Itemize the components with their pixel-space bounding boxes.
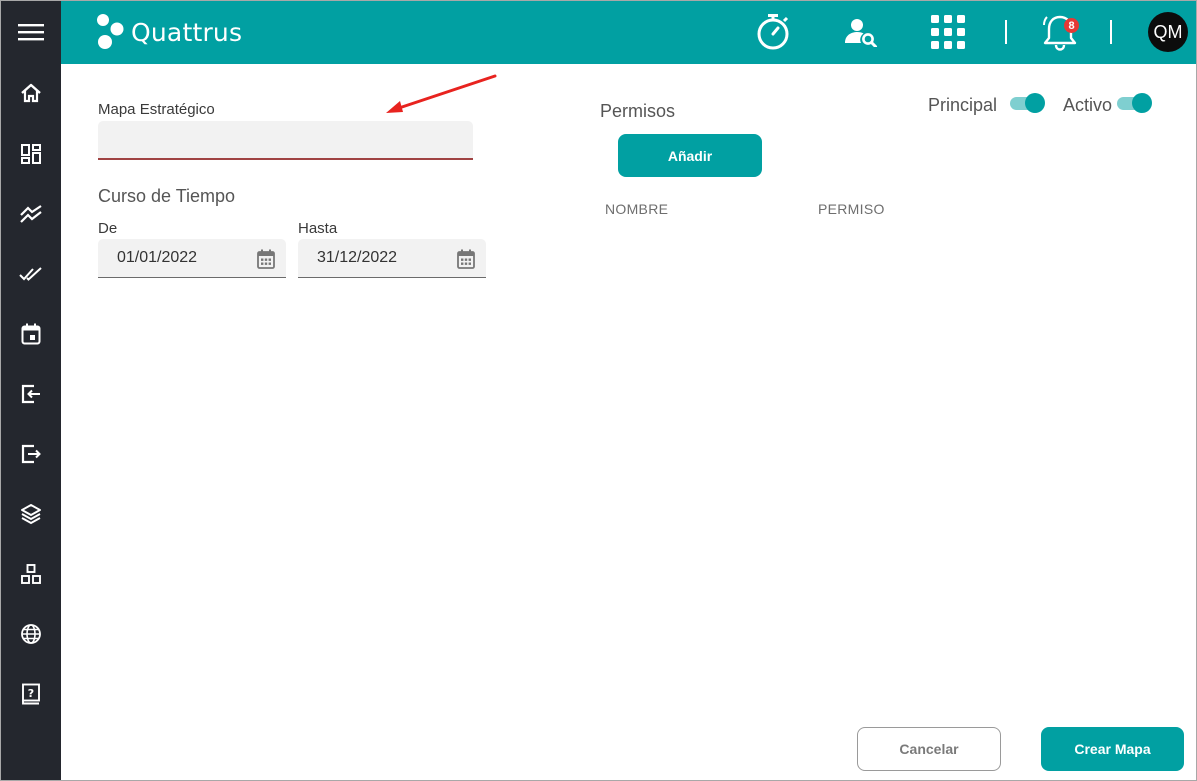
activo-toggle[interactable]: [1115, 93, 1153, 113]
map-name-input[interactable]: [98, 121, 473, 160]
to-date-value: 31/12/2022: [317, 249, 398, 266]
topbar-divider: [1005, 20, 1007, 44]
create-map-button[interactable]: Crear Mapa: [1041, 727, 1184, 771]
brand-name: Quattrus: [131, 17, 243, 47]
login-icon[interactable]: [0, 372, 61, 416]
svg-text:?: ?: [27, 687, 33, 700]
from-date-value: 01/01/2022: [117, 249, 198, 266]
from-date-label: De: [98, 220, 118, 237]
principal-toggle[interactable]: [1008, 93, 1046, 113]
add-permission-button[interactable]: Añadir: [618, 134, 762, 177]
permissions-title: Permisos: [600, 101, 676, 121]
top-bar: Quattrus 8 QM: [61, 0, 1197, 64]
cancel-button[interactable]: Cancelar: [857, 727, 1001, 771]
principal-toggle-label: Principal: [928, 95, 998, 115]
calendar-icon[interactable]: [0, 312, 61, 356]
layers-icon[interactable]: [0, 492, 61, 536]
globe-icon[interactable]: [0, 612, 61, 656]
from-date-input[interactable]: 01/01/2022: [98, 239, 286, 278]
topbar-divider: [1110, 20, 1112, 44]
help-book-icon[interactable]: ?: [0, 672, 61, 716]
quattrus-logo-icon: [97, 14, 124, 49]
stopwatch-icon[interactable]: [753, 10, 793, 54]
column-header-permiso[interactable]: PERMISO: [818, 201, 885, 217]
menu-icon[interactable]: [0, 10, 61, 54]
user-avatar[interactable]: QM: [1148, 12, 1188, 52]
home-icon[interactable]: [0, 71, 61, 115]
notifications-bell-icon[interactable]: 8: [1038, 10, 1082, 54]
map-name-label: Mapa Estratégico: [98, 101, 215, 118]
toggle-knob: [1132, 93, 1152, 113]
to-date-input[interactable]: 31/12/2022: [298, 239, 486, 278]
trend-icon[interactable]: [0, 192, 61, 236]
dashboard-icon[interactable]: [0, 132, 61, 176]
calendar-picker-icon[interactable]: [257, 249, 275, 269]
to-date-label: Hasta: [298, 220, 338, 237]
time-range-title: Curso de Tiempo: [98, 186, 236, 206]
toggle-knob: [1025, 93, 1045, 113]
sidebar: ?: [0, 0, 61, 781]
column-header-nombre[interactable]: NOMBRE: [605, 201, 668, 217]
logout-icon[interactable]: [0, 432, 61, 476]
calendar-picker-icon[interactable]: [457, 249, 475, 269]
annotation-arrow-icon: [386, 74, 497, 113]
org-chart-icon[interactable]: [0, 552, 61, 596]
notifications-count-badge: 8: [1064, 18, 1079, 33]
apps-grid-icon[interactable]: [928, 10, 968, 54]
double-check-icon[interactable]: [0, 252, 61, 296]
brand-logo[interactable]: Quattrus: [95, 10, 242, 54]
user-search-icon[interactable]: [841, 10, 881, 54]
activo-toggle-label: Activo: [1063, 95, 1113, 115]
